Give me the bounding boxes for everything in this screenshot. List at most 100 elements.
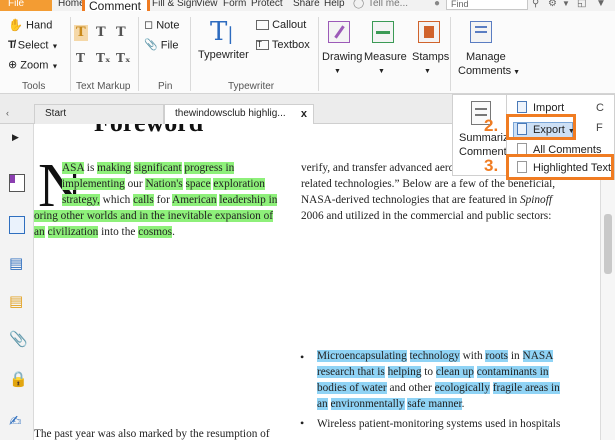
file-icon: 📎 (144, 39, 158, 51)
right-line: 2006 and utilized in the commercial and … (301, 210, 552, 222)
signature-icon[interactable]: ✍ (9, 412, 25, 430)
callout-tool[interactable]: Callout (256, 19, 306, 32)
text-run: with (459, 350, 486, 362)
menu-share[interactable]: Share (293, 0, 320, 10)
step-2-label: 2. (484, 116, 499, 135)
layers-icon[interactable]: ▤ (9, 254, 25, 272)
bullet-dot: • (300, 416, 305, 430)
menu-fill-sign[interactable]: Fill & Sign (152, 0, 197, 10)
stamps-button[interactable]: Stamps (412, 51, 449, 64)
scrollbar-thumb[interactable] (604, 214, 612, 274)
left-line: oring other worlds and in the inevitable… (34, 208, 274, 224)
highlighted-text: civilization (47, 226, 99, 238)
offscreen-menu-item[interactable]: C (596, 102, 604, 114)
highlighted-text: research that is (317, 366, 385, 378)
typewriter-icon[interactable]: T| (210, 17, 233, 50)
spinoff-text: NASA-derived technologies that are featu… (301, 194, 552, 206)
comments-icon[interactable]: ▤ (9, 292, 25, 310)
menu-form[interactable]: Form (223, 0, 246, 10)
left-line: implementing our Nation's space explorat… (62, 176, 265, 192)
highlight-text-icon[interactable]: T (76, 25, 86, 40)
manage-comments-label[interactable]: Manage (466, 51, 506, 64)
select-tool[interactable]: T̸ Select ▼ (8, 39, 58, 53)
tab-document[interactable]: thewindowsclub highlig... x (164, 104, 314, 124)
search-icon[interactable]: ⚲ (532, 0, 539, 10)
squiggly-text-icon[interactable]: T (76, 51, 85, 65)
menu-protect[interactable]: Protect (251, 0, 283, 10)
highlighted-text: roots (485, 350, 509, 362)
user-icon[interactable]: ● (434, 0, 440, 10)
highlighted-text: clean up (435, 366, 474, 378)
highlighted-text: contaminants in (476, 366, 549, 378)
pages-icon[interactable] (9, 216, 25, 234)
import-icon (517, 101, 527, 113)
stamps-icon[interactable] (418, 21, 440, 43)
tell-me-box[interactable]: Tell me... (368, 0, 408, 10)
typewriter-group-label: Typewriter (228, 81, 275, 92)
textbox-tool[interactable]: T Textbox (256, 39, 310, 52)
measure-icon[interactable] (372, 21, 394, 43)
replace-text-icon[interactable]: Tₓ (96, 51, 111, 65)
highlighted-text: making (97, 162, 132, 174)
highlighted-text: NASA (522, 350, 554, 362)
tab-start[interactable]: Start (34, 104, 164, 124)
hand-tool[interactable]: ✋ Hand (8, 19, 52, 32)
strikeout-text-icon[interactable]: T (116, 25, 126, 40)
drawing-button[interactable]: Drawing (322, 51, 362, 64)
chevron-down-icon: ▼ (424, 68, 431, 75)
summarize-comments-panel[interactable]: Summarize Comments (452, 94, 515, 176)
insert-text-icon[interactable]: Tₓ (116, 51, 131, 65)
highlighted-text: significant (133, 162, 182, 174)
gear-icon[interactable]: ⚙ (548, 0, 557, 10)
zoom-tool[interactable]: ⊕ Zoom ▼ (8, 59, 58, 73)
highlighted-text: fragile areas in (492, 382, 560, 394)
bullet-1-line: research that is helping to clean up con… (317, 364, 549, 380)
drawing-icon[interactable] (328, 21, 350, 43)
more-icon[interactable]: ▼ (596, 0, 606, 10)
bottom-left-line: The past year was also marked by the res… (34, 428, 270, 440)
text-markup-group-label: Text Markup (76, 81, 131, 92)
select-icon: T̸ (8, 39, 15, 51)
search-input[interactable]: Find (446, 0, 528, 10)
import-item[interactable]: Import (517, 101, 564, 114)
file-tool[interactable]: 📎 File (144, 39, 179, 52)
text-run: in (508, 350, 523, 362)
expand-panel-icon[interactable]: ▶ (12, 132, 28, 150)
step-3-label: 3. (484, 156, 499, 175)
offscreen-menu-item[interactable]: F (596, 122, 603, 134)
file-menu[interactable]: File (0, 0, 52, 11)
chevron-down-icon[interactable]: ▼ (562, 0, 570, 10)
attachment-icon[interactable]: 📎 (9, 330, 28, 348)
text-run: for (153, 194, 173, 206)
highlighted-text: an (317, 398, 328, 410)
chevron-left-icon[interactable]: ‹ (6, 108, 9, 118)
menu-view[interactable]: View (196, 0, 218, 10)
note-tool[interactable]: ◻ Note (144, 19, 179, 32)
chevron-down-icon: ▼ (511, 69, 521, 76)
bullet-2-line: Wireless patient-monitoring systems used… (317, 418, 561, 430)
chevron-down-icon: ▼ (51, 43, 59, 51)
typewriter-button[interactable]: Typewriter (198, 49, 249, 62)
lightbulb-icon: ◯ (353, 0, 365, 9)
close-icon[interactable]: x (301, 105, 307, 123)
highlighted-text: ASA (62, 162, 84, 174)
menu-home[interactable]: Home (58, 0, 85, 10)
bookmark-icon[interactable] (9, 174, 25, 192)
underline-text-icon[interactable]: T (96, 25, 106, 40)
menu-help[interactable]: Help (324, 0, 345, 10)
ribbon: ✋ Hand T̸ Select ▼ ⊕ Zoom ▼ Tools T T T … (0, 11, 615, 94)
manage-comments-button[interactable]: Comments ▼ (458, 65, 520, 79)
manage-comments-icon[interactable] (470, 21, 492, 43)
chevron-down-icon: ▼ (378, 68, 385, 75)
left-sidebar: ▶ ▤ ▤ 📎 🔒 ✍ (0, 124, 34, 440)
highlighted-text: technology (409, 350, 460, 362)
restore-icon[interactable]: ◱ (577, 0, 586, 10)
measure-button[interactable]: Measure (364, 51, 407, 64)
export-highlight-box (506, 114, 576, 140)
zoom-icon: ⊕ (8, 59, 18, 71)
divider (138, 17, 139, 91)
text-run: . (461, 398, 465, 410)
highlighted-text-highlight-box (506, 154, 614, 180)
page-heading: Foreword (94, 124, 203, 138)
lock-icon[interactable]: 🔒 (9, 370, 28, 388)
